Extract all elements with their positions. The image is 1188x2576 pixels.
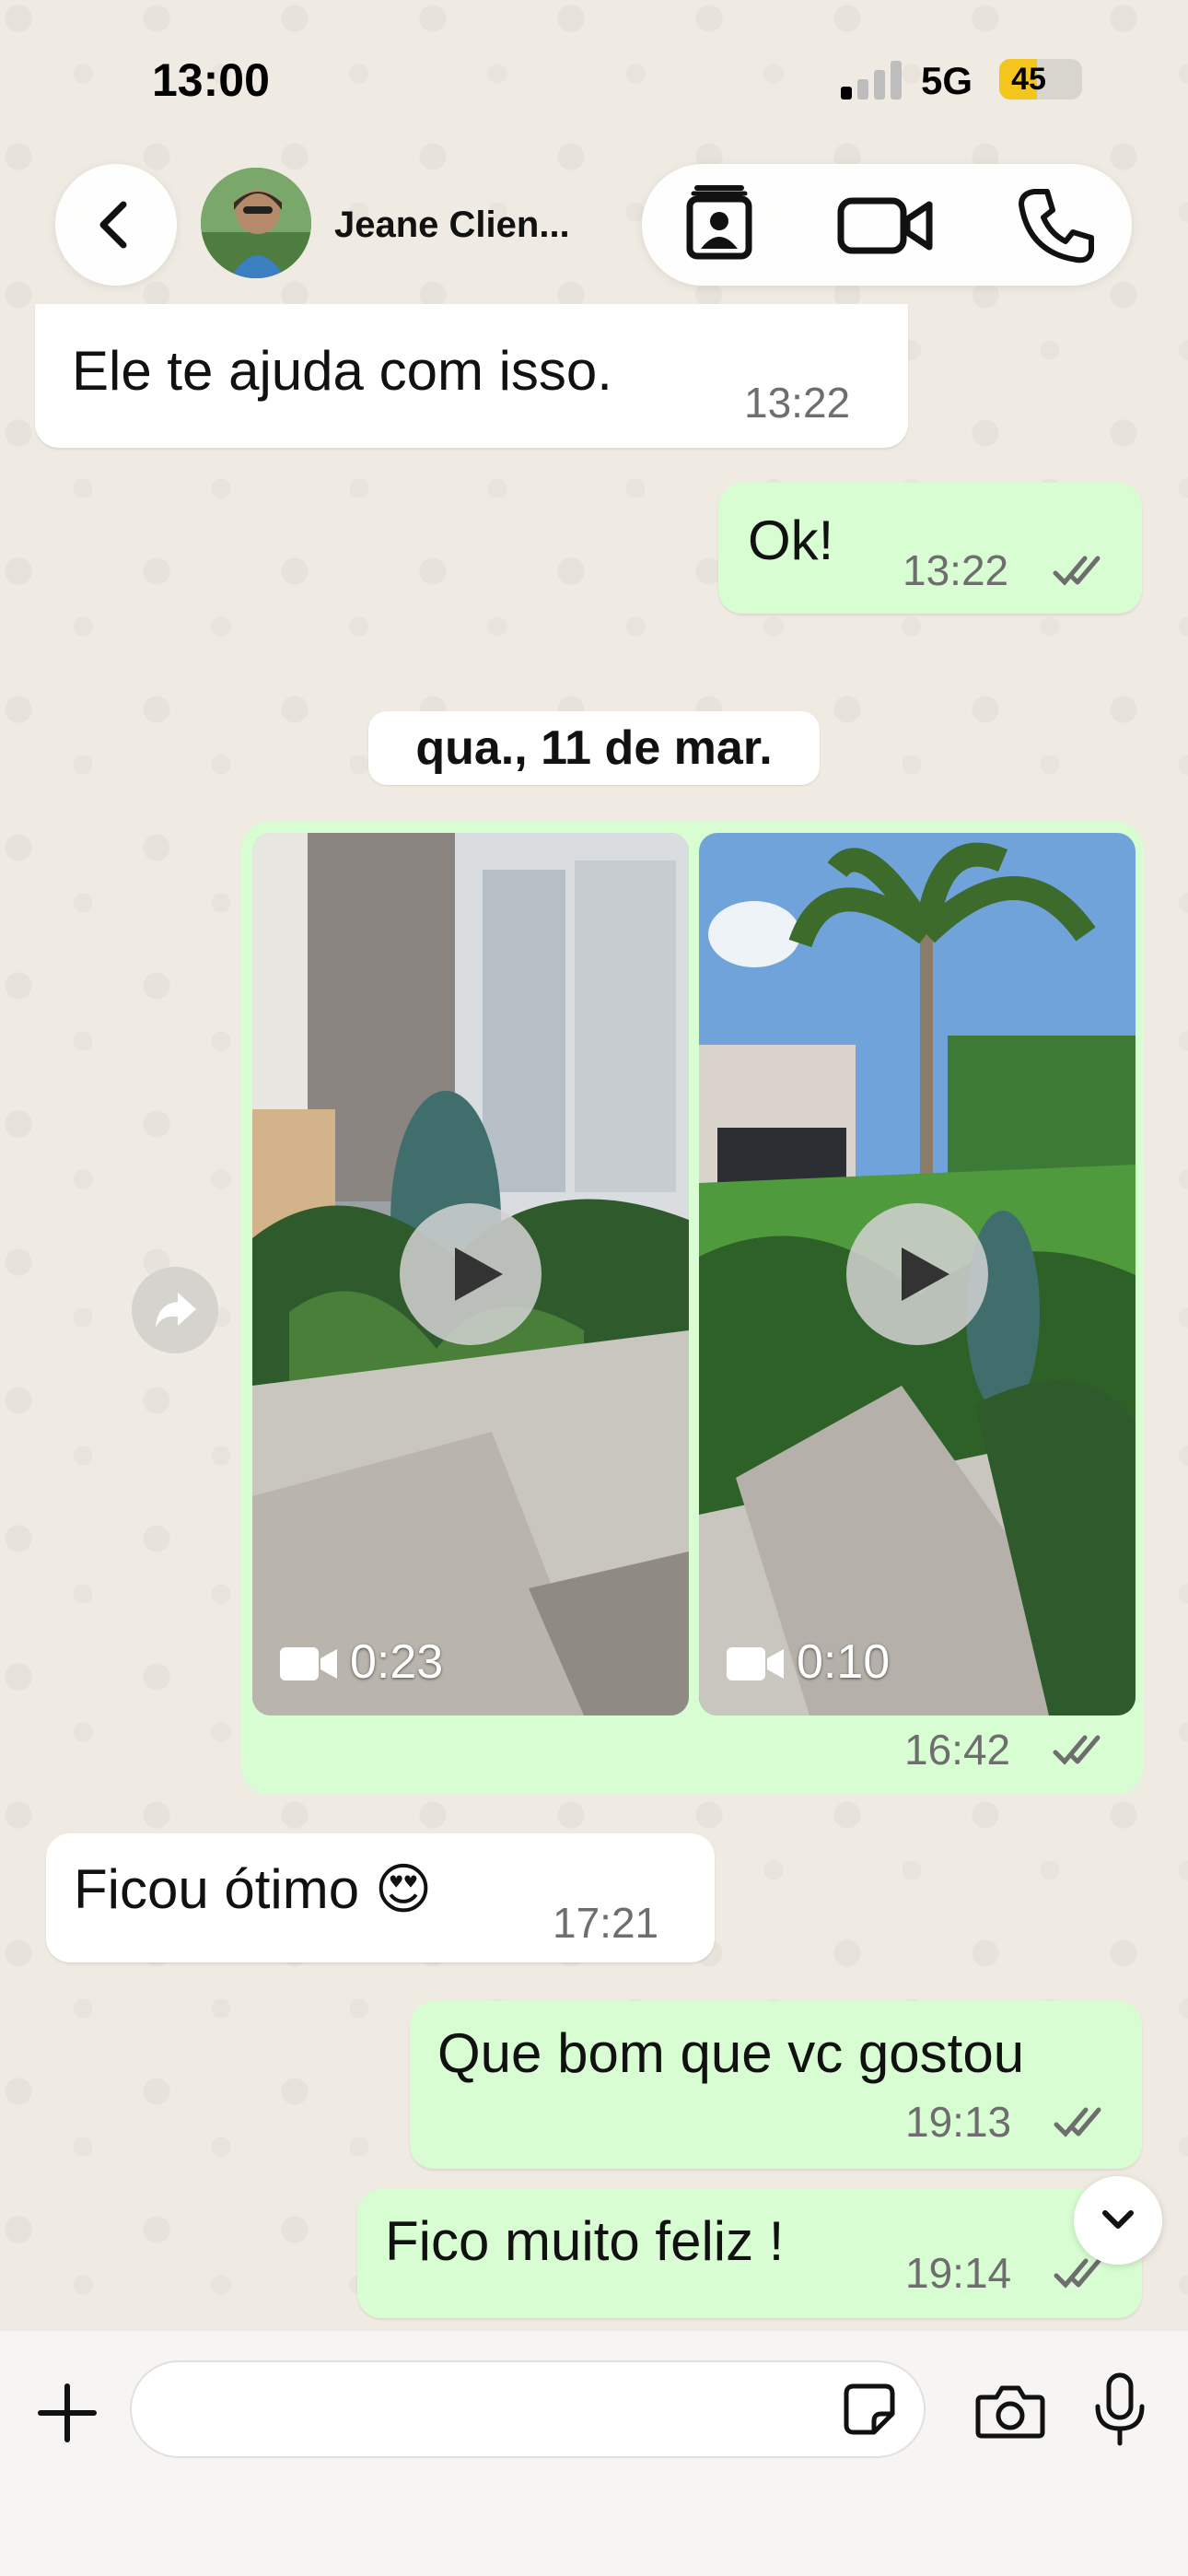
video-thumbnail-2[interactable]: 0:10 xyxy=(699,833,1136,1715)
message-time: 19:14 xyxy=(905,2249,1012,2297)
forward-arrow-icon xyxy=(156,1293,196,1328)
message-text: Fico muito feliz ! xyxy=(385,2210,785,2272)
contact-card-icon xyxy=(686,185,752,260)
video-camera-small-icon xyxy=(280,1647,337,1680)
header-actions xyxy=(642,164,1132,286)
date-separator: qua., 11 de mar. xyxy=(368,711,820,785)
read-receipt-icon xyxy=(1053,556,1101,586)
sticker-icon xyxy=(844,2383,895,2435)
video-call-button[interactable] xyxy=(835,179,933,271)
message-bubble-incoming[interactable]: Ele te ajuda com isso. 13:22 xyxy=(35,304,908,448)
phone-icon xyxy=(1019,189,1094,263)
read-receipt-icon xyxy=(1054,2107,1101,2137)
video-duration: 0:23 xyxy=(350,1635,444,1689)
message-text: Ok! xyxy=(748,509,834,571)
chevron-left-icon xyxy=(99,201,127,249)
message-bubble-outgoing[interactable]: Ok! 13:22 xyxy=(718,483,1142,614)
microphone-icon xyxy=(1095,2372,1145,2446)
status-bar: 13:00 5G 45 xyxy=(0,0,1188,157)
video-duration: 0:10 xyxy=(797,1635,891,1689)
camera-button[interactable] xyxy=(974,2375,1046,2447)
battery-icon: 45 xyxy=(999,59,1082,100)
play-icon xyxy=(902,1247,949,1301)
message-time: 19:13 xyxy=(905,2098,1012,2146)
play-button[interactable] xyxy=(846,1203,988,1345)
scroll-to-bottom-button[interactable] xyxy=(1074,2176,1162,2265)
message-time: 16:42 xyxy=(904,1726,1011,1774)
message-text: Ficou ótimo 😍 xyxy=(74,1858,433,1920)
contact-card-button[interactable] xyxy=(673,179,765,271)
message-time: 13:22 xyxy=(744,379,851,427)
message-input[interactable] xyxy=(159,2381,844,2440)
signal-strength-icon xyxy=(841,59,905,100)
play-icon xyxy=(455,1247,503,1301)
video-thumbnail-1[interactable]: 0:23 xyxy=(252,833,689,1715)
contact-header[interactable]: Jeane Clien... xyxy=(192,164,624,286)
message-time: 13:22 xyxy=(903,546,1009,594)
video-camera-small-icon xyxy=(727,1647,784,1680)
sticker-button[interactable] xyxy=(841,2381,898,2438)
microphone-button[interactable] xyxy=(1090,2371,1149,2449)
chevron-down-icon xyxy=(1102,2210,1134,2229)
composer-bar xyxy=(0,2331,1188,2576)
plus-icon xyxy=(38,2383,97,2442)
status-time: 13:00 xyxy=(152,54,270,106)
avatar[interactable] xyxy=(201,168,311,278)
message-bubble-outgoing[interactable]: Fico muito feliz ! 19:14 xyxy=(357,2189,1142,2318)
back-button[interactable] xyxy=(55,164,177,286)
play-button[interactable] xyxy=(400,1203,542,1345)
network-type: 5G xyxy=(921,59,973,102)
video-camera-icon xyxy=(837,197,933,254)
forward-button[interactable] xyxy=(132,1267,218,1353)
read-receipt-icon xyxy=(1053,1735,1101,1765)
voice-call-button[interactable] xyxy=(1010,179,1102,271)
attach-button[interactable] xyxy=(33,2379,101,2447)
date-separator-label: qua., 11 de mar. xyxy=(415,721,773,775)
message-text: Que bom que vc gostou xyxy=(437,2022,1025,2084)
message-text: Ele te ajuda com isso. xyxy=(72,340,612,402)
media-message-bubble[interactable]: 0:23 0:10 16:42 xyxy=(241,822,1144,1795)
message-bubble-outgoing[interactable]: Que bom que vc gostou 19:13 xyxy=(410,2001,1142,2169)
message-bubble-incoming[interactable]: Ficou ótimo 😍 17:21 xyxy=(46,1833,715,1962)
message-input-field[interactable] xyxy=(130,2360,926,2458)
battery-percentage: 45 xyxy=(1011,62,1046,97)
message-time: 17:21 xyxy=(553,1899,659,1947)
camera-icon xyxy=(975,2385,1045,2439)
contact-name[interactable]: Jeane Clien... xyxy=(334,205,570,246)
